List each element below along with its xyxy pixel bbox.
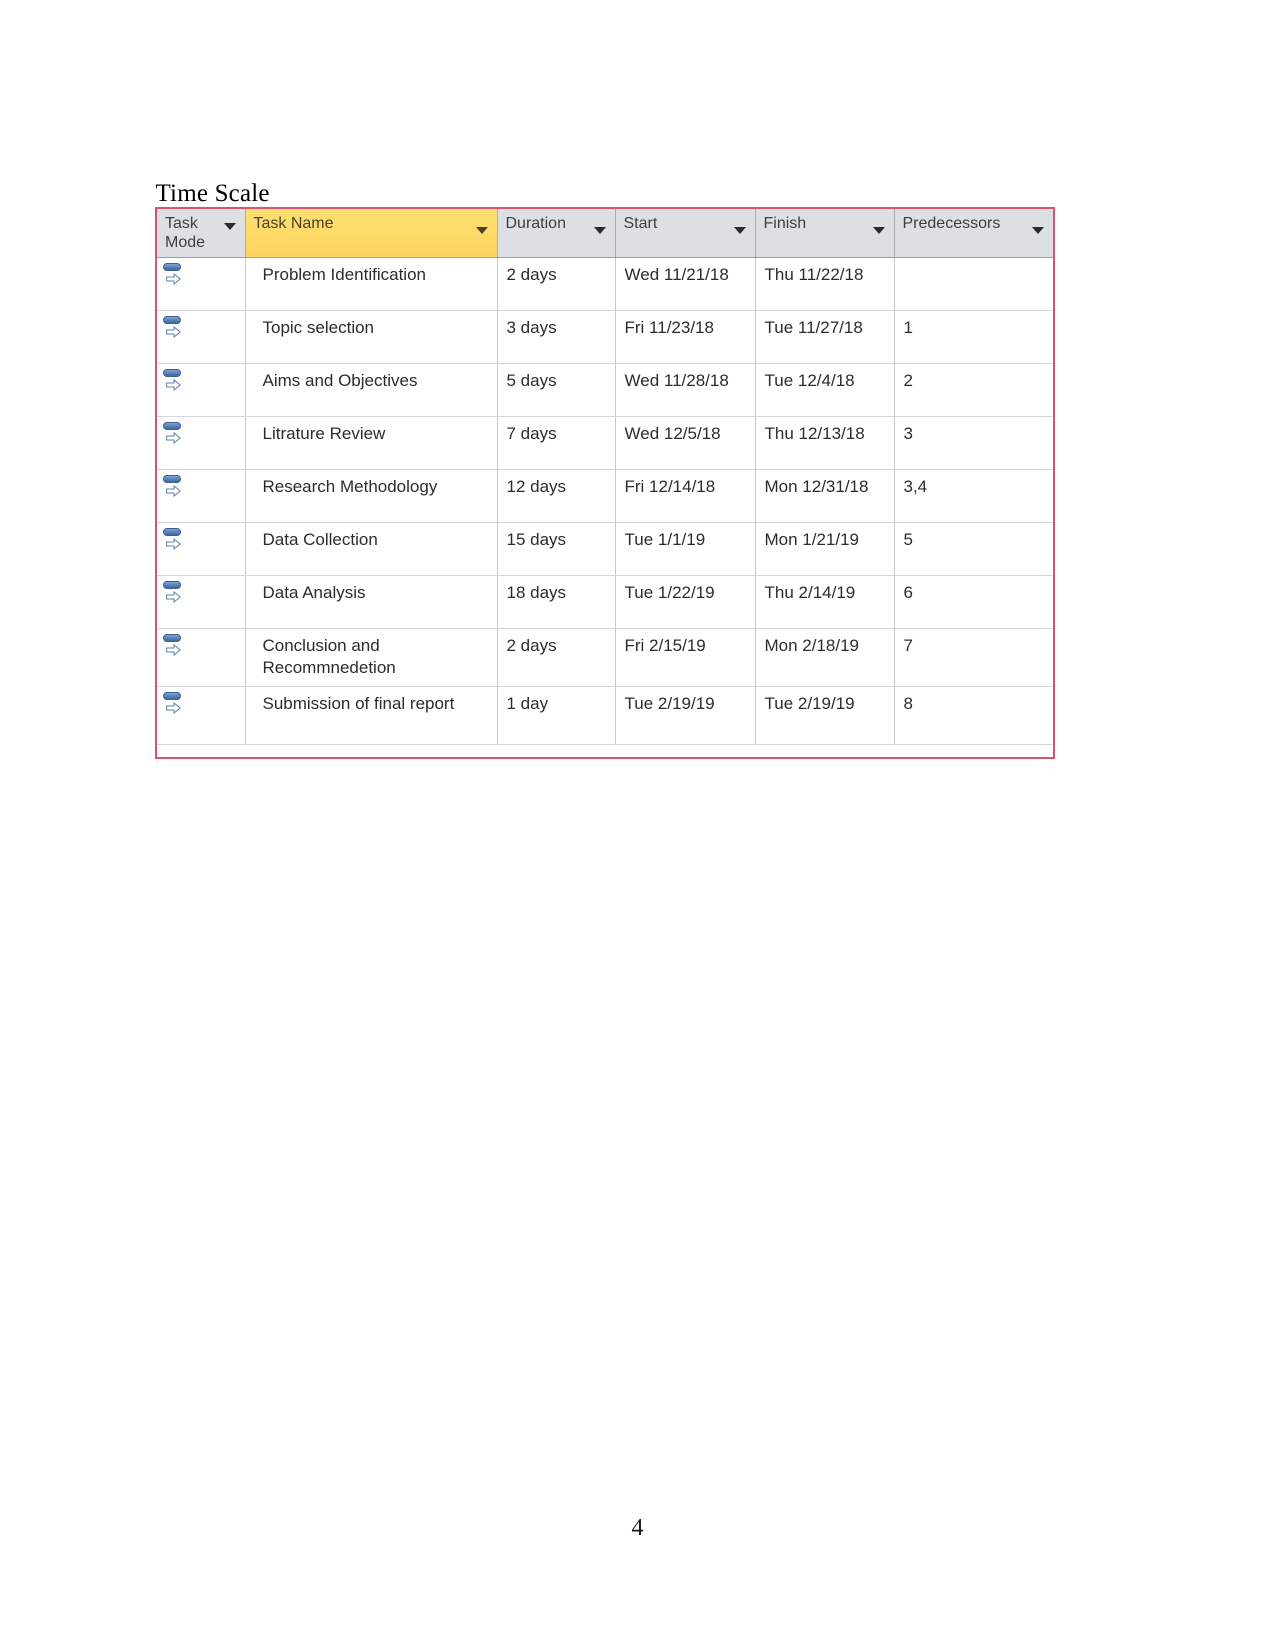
auto-scheduled-icon [163, 633, 185, 659]
table-row[interactable]: Aims and Objectives 5 days Wed 11/28/18 … [157, 363, 1053, 417]
cell-finish[interactable]: Tue 11/27/18 [755, 310, 895, 364]
cell-duration[interactable]: 3 days [497, 310, 616, 364]
cell-task-name[interactable]: Submission of final report [245, 686, 498, 745]
filter-dropdown-icon-duration[interactable] [593, 227, 606, 234]
cell-task-name[interactable]: Data Analysis [245, 575, 498, 629]
filter-dropdown-icon-predecessors[interactable] [1032, 227, 1044, 234]
auto-scheduled-icon [163, 691, 185, 717]
cell-start[interactable]: Wed 11/28/18 [615, 363, 756, 417]
filter-dropdown-icon-start[interactable] [733, 227, 746, 234]
cell-predecessors[interactable]: 7 [894, 628, 1053, 687]
cell-predecessors[interactable]: 6 [894, 575, 1053, 629]
cell-start[interactable]: Fri 12/14/18 [615, 469, 756, 523]
column-header-duration-label: Duration [505, 215, 566, 232]
cell-finish[interactable]: Thu 11/22/18 [755, 257, 895, 311]
cell-finish[interactable]: Thu 2/14/19 [755, 575, 895, 629]
cell-task-mode[interactable] [157, 522, 246, 576]
cell-predecessors[interactable]: 2 [894, 363, 1053, 417]
column-header-task-mode-label: Task Mode [165, 215, 206, 251]
cell-duration[interactable]: 18 days [497, 575, 616, 629]
gantt-entry-table: Task Mode Task Name Duration Start Finis… [157, 209, 1053, 745]
cell-duration[interactable]: 15 days [497, 522, 616, 576]
table-row[interactable]: Data Analysis 18 days Tue 1/22/19 Thu 2/… [157, 575, 1053, 629]
filter-dropdown-icon-task-name[interactable] [475, 227, 488, 234]
cell-start[interactable]: Tue 2/19/19 [615, 686, 756, 745]
cell-predecessors[interactable] [894, 257, 1053, 311]
cell-predecessors[interactable]: 3 [894, 416, 1053, 470]
cell-duration[interactable]: 7 days [497, 416, 616, 470]
auto-scheduled-icon [163, 474, 185, 500]
filter-dropdown-icon-task-mode[interactable] [223, 223, 236, 230]
table-row[interactable]: Topic selection 3 days Fri 11/23/18 Tue … [157, 310, 1053, 364]
cell-predecessors[interactable]: 1 [894, 310, 1053, 364]
cell-predecessors[interactable]: 8 [894, 686, 1053, 745]
column-header-predecessors-label: Predecessors [902, 215, 1001, 232]
filter-dropdown-icon-finish[interactable] [872, 227, 885, 234]
column-header-predecessors[interactable]: Predecessors [894, 209, 1053, 258]
cell-finish[interactable]: Tue 12/4/18 [755, 363, 895, 417]
table-row[interactable]: Problem Identification 2 days Wed 11/21/… [157, 257, 1053, 311]
column-header-task-name[interactable]: Task Name [245, 209, 498, 258]
cell-start[interactable]: Fri 11/23/18 [615, 310, 756, 364]
column-header-task-name-label: Task Name [253, 215, 334, 232]
cell-task-mode[interactable] [157, 575, 246, 629]
cell-predecessors[interactable]: 5 [894, 522, 1053, 576]
cell-task-mode[interactable] [157, 469, 246, 523]
cell-task-name[interactable]: Conclusion and Recommnedetion [245, 628, 498, 687]
column-header-finish[interactable]: Finish [755, 209, 895, 258]
cell-start[interactable]: Wed 11/21/18 [615, 257, 756, 311]
cell-task-mode[interactable] [157, 363, 246, 417]
cell-task-name[interactable]: Litrature Review [245, 416, 498, 470]
auto-scheduled-icon [163, 527, 185, 553]
cell-start[interactable]: Tue 1/22/19 [615, 575, 756, 629]
cell-finish[interactable]: Thu 12/13/18 [755, 416, 895, 470]
auto-scheduled-icon [163, 421, 185, 447]
cell-task-name[interactable]: Research Methodology [245, 469, 498, 523]
table-row[interactable]: Data Collection 15 days Tue 1/1/19 Mon 1… [157, 522, 1053, 576]
cell-finish[interactable]: Mon 12/31/18 [755, 469, 895, 523]
cell-finish[interactable]: Mon 1/21/19 [755, 522, 895, 576]
table-row[interactable]: Submission of final report 1 day Tue 2/1… [157, 686, 1053, 745]
cell-task-mode[interactable] [157, 628, 246, 687]
cell-duration[interactable]: 12 days [497, 469, 616, 523]
cell-duration[interactable]: 2 days [497, 628, 616, 687]
column-header-start-label: Start [623, 215, 658, 232]
column-header-start[interactable]: Start [615, 209, 756, 258]
cell-start[interactable]: Tue 1/1/19 [615, 522, 756, 576]
cell-duration[interactable]: 5 days [497, 363, 616, 417]
cell-duration[interactable]: 1 day [497, 686, 616, 745]
table-row[interactable]: Research Methodology 12 days Fri 12/14/1… [157, 469, 1053, 523]
cell-task-mode[interactable] [157, 310, 246, 364]
cell-task-name[interactable]: Topic selection [245, 310, 498, 364]
cell-start[interactable]: Wed 12/5/18 [615, 416, 756, 470]
cell-finish[interactable]: Mon 2/18/19 [755, 628, 895, 687]
cell-task-mode[interactable] [157, 686, 246, 745]
auto-scheduled-icon [163, 368, 185, 394]
table-body: Problem Identification 2 days Wed 11/21/… [157, 257, 1053, 745]
cell-start[interactable]: Fri 2/15/19 [615, 628, 756, 687]
column-header-finish-label: Finish [763, 215, 807, 232]
auto-scheduled-icon [163, 262, 185, 288]
table-row[interactable]: Litrature Review 7 days Wed 12/5/18 Thu … [157, 416, 1053, 470]
page-title-text: Time Scale [155, 180, 277, 210]
auto-scheduled-icon [163, 315, 185, 341]
cell-task-name[interactable]: Problem Identification [245, 257, 498, 311]
cell-duration[interactable]: 2 days [497, 257, 616, 311]
cell-predecessors[interactable]: 3,4 [894, 469, 1053, 523]
cell-task-name[interactable]: Data Collection [245, 522, 498, 576]
auto-scheduled-icon [163, 580, 185, 606]
cell-task-mode[interactable] [157, 416, 246, 470]
page-number: 4 [631, 1515, 644, 1541]
page-title: Time Scale [143, 152, 277, 210]
table-header-row: Task Mode Task Name Duration Start Finis… [157, 209, 1053, 258]
column-header-duration[interactable]: Duration [497, 209, 616, 258]
project-schedule-table: Task Mode Task Name Duration Start Finis… [155, 207, 1055, 759]
cell-finish[interactable]: Tue 2/19/19 [755, 686, 895, 745]
column-header-task-mode[interactable]: Task Mode [157, 209, 246, 258]
cell-task-name[interactable]: Aims and Objectives [245, 363, 498, 417]
cell-task-mode[interactable] [157, 257, 246, 311]
table-row[interactable]: Conclusion and Recommnedetion 2 days Fri… [157, 628, 1053, 687]
